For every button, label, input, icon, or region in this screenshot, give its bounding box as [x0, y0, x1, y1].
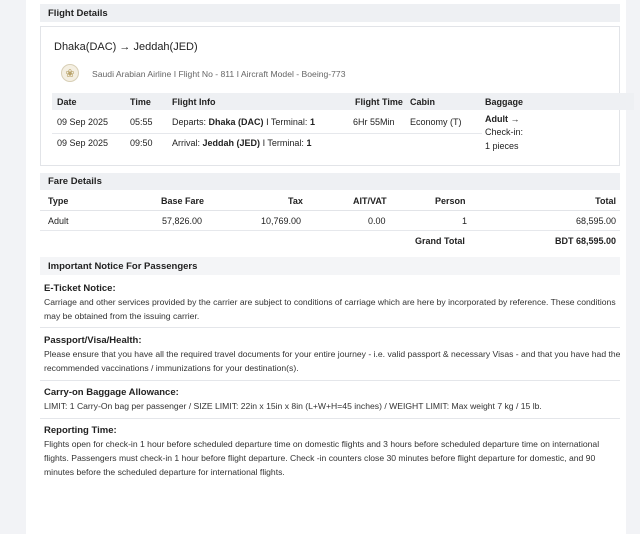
notice-heading-text: Important Notice For Passengers: [48, 260, 198, 272]
reporting-time-title: Reporting Time:: [44, 425, 117, 436]
col-flight-time: Flight Time: [355, 97, 403, 107]
row1-info-prefix: Departs:: [172, 117, 207, 127]
fare-table-header: [40, 191, 620, 211]
row1-info-terminal-no: 1: [309, 117, 315, 127]
fare-base: 57,826.00: [162, 216, 203, 226]
row2-info-place: Jeddah (JED): [202, 138, 261, 148]
fare-col-tax: Tax: [288, 196, 303, 206]
fare-col-aitvat: AIT/VAT: [353, 196, 387, 206]
notice-divider: [40, 418, 620, 419]
row1-cabin: Economy (T): [410, 117, 462, 127]
passport-visa-title: Passport/Visa/Health:: [44, 335, 142, 346]
fare-col-total: Total: [595, 196, 616, 206]
col-date: Date: [57, 97, 77, 107]
eticket-notice-title: E-Ticket Notice:: [44, 283, 116, 294]
row1-info-terminal: I Terminal:: [266, 117, 308, 127]
fare-details-heading: Fare Details: [40, 173, 620, 190]
passport-visa-text: Please ensure that you have all the requ…: [44, 349, 621, 373]
carry-on-title: Carry-on Baggage Allowance:: [44, 387, 179, 398]
row2-info-terminal: I Terminal:: [262, 138, 304, 148]
eticket-notice-text: Carriage and other services provided by …: [44, 297, 616, 321]
carry-on-text: LIMIT: 1 Carry-On bag per passenger / SI…: [44, 401, 542, 411]
row2-info-terminal-no: 1: [306, 138, 312, 148]
row1-flight-time: 6Hr 55Min: [353, 117, 395, 127]
fare-col-person: Person: [435, 196, 466, 206]
row2-time: 09:50: [130, 138, 153, 148]
fare-person: 1: [462, 216, 468, 226]
fare-aitvat: 0.00: [368, 216, 386, 226]
col-time: Time: [130, 97, 151, 107]
notice-divider: [40, 380, 620, 381]
col-baggage: Baggage: [485, 97, 524, 107]
airline-logo-icon: ❀: [61, 64, 79, 82]
airline-info: Saudi Arabian Airline I Flight No - 811 …: [92, 69, 346, 79]
baggage-checkin-label: Check-in:: [485, 127, 524, 137]
row1-date: 09 Sep 2025: [57, 117, 109, 127]
row1-flight-info: Departs: Dhaka (DAC) I Terminal: 1: [172, 117, 315, 127]
fare-details-heading-text: Fare Details: [48, 176, 102, 187]
baggage-checkin-count: 1 pieces: [485, 141, 519, 151]
fare-row-divider: [40, 230, 620, 231]
col-cabin: Cabin: [410, 97, 436, 107]
flight-details-heading-text: Flight Details: [48, 7, 108, 19]
fare-type: Adult: [48, 216, 69, 226]
fare-total: 68,595.00: [575, 216, 616, 226]
ticket-page: Flight Details Dhaka(DAC) → Jeddah(JED) …: [26, 0, 634, 534]
grand-total-value: BDT 68,595.00: [554, 236, 616, 246]
fare-col-type: Type: [48, 196, 69, 206]
reporting-time-text: Flights open for check-in 1 hour before …: [44, 439, 600, 477]
col-flight-info: Flight Info: [172, 97, 216, 107]
fare-tax: 10,769.00: [261, 216, 302, 226]
flight-row-divider: [52, 133, 482, 134]
row1-info-place: Dhaka (DAC): [208, 117, 264, 127]
row1-time: 05:55: [130, 117, 153, 127]
baggage-type: Adult →: [485, 114, 520, 124]
notice-divider: [40, 327, 620, 328]
notice-heading: Important Notice For Passengers: [40, 257, 620, 275]
route-title: Dhaka(DAC) → Jeddah(JED): [54, 41, 198, 53]
grand-total-label: Grand Total: [415, 236, 465, 246]
row2-flight-info: Arrival: Jeddah (JED) I Terminal: 1: [172, 138, 311, 148]
row2-date: 09 Sep 2025: [57, 138, 109, 148]
row2-info-prefix: Arrival:: [172, 138, 201, 148]
flight-details-heading: Flight Details: [40, 4, 620, 22]
fare-col-base: Base Fare: [161, 196, 205, 206]
